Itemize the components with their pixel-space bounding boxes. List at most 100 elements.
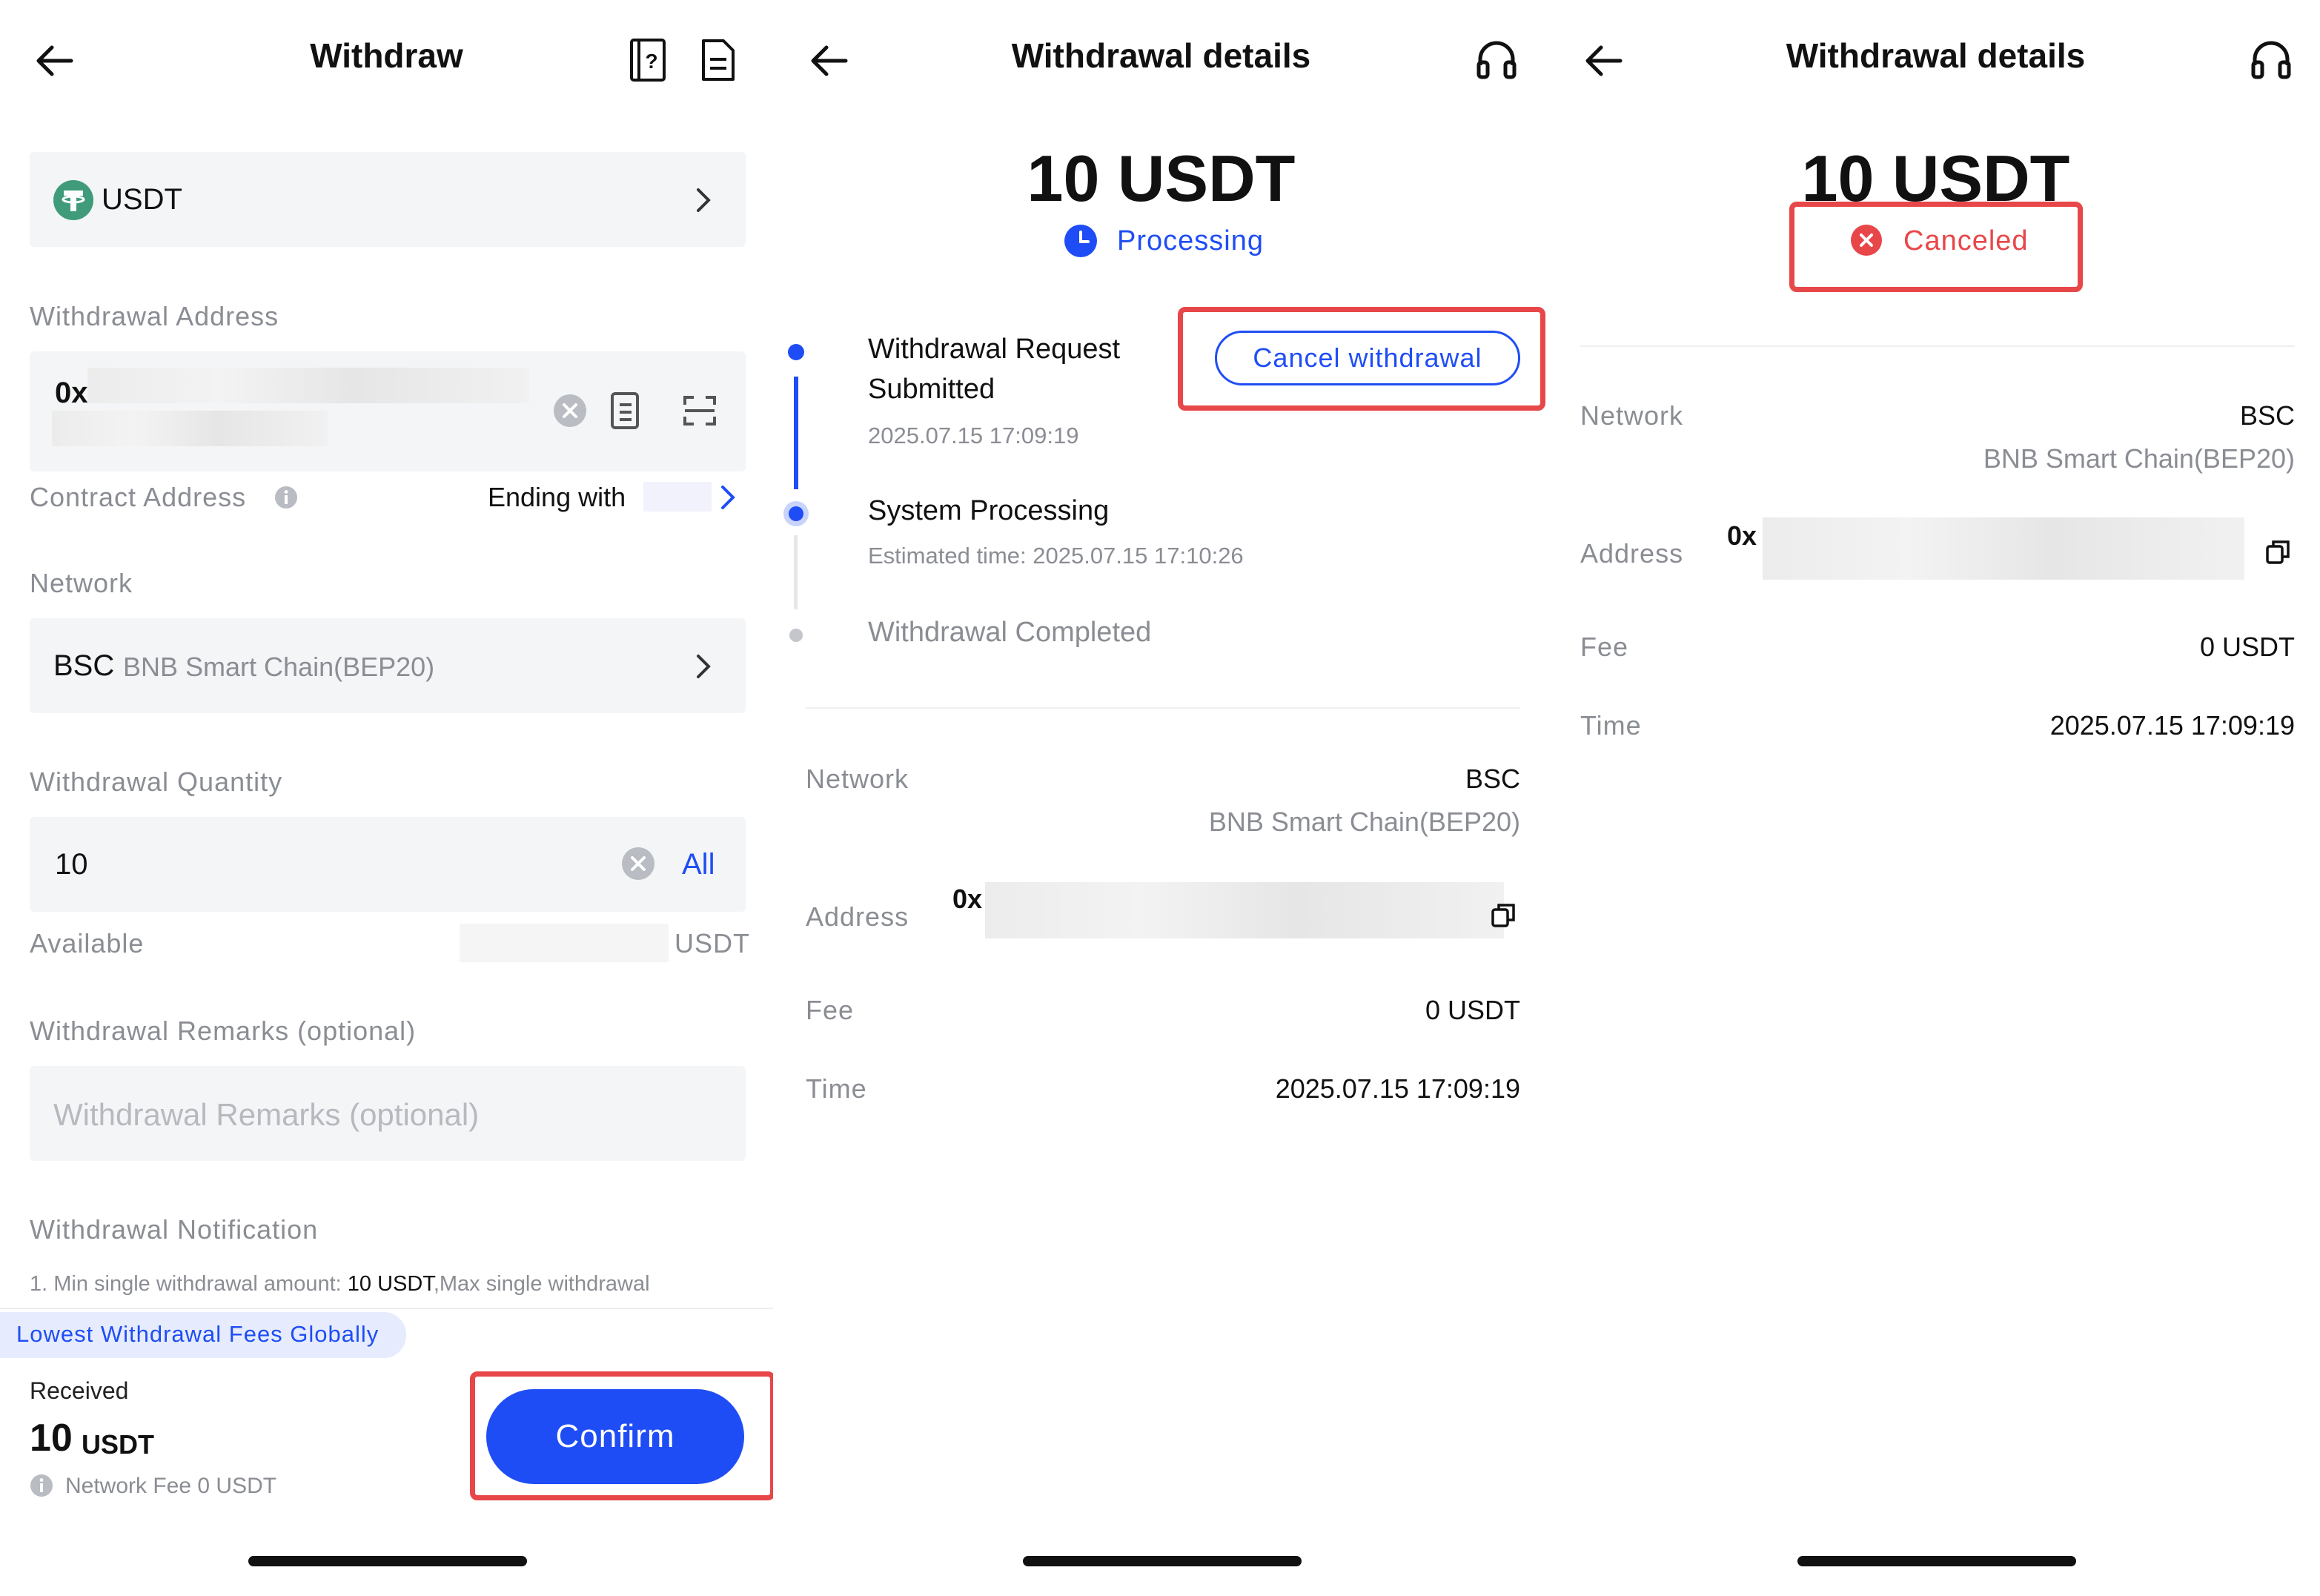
network-label: Network: [30, 568, 133, 598]
step2-title: System Processing: [868, 495, 1110, 526]
notification-min-amount: 10 USDT: [347, 1272, 434, 1296]
remarks-label: Withdrawal Remarks (optional): [30, 1016, 417, 1046]
network-code: BSC: [53, 649, 115, 682]
step1-title: Withdrawal Request: [868, 334, 1121, 365]
divider: [1580, 345, 2295, 347]
network-selector[interactable]: BSC BNB Smart Chain(BEP20): [30, 618, 746, 713]
remarks-placeholder: Withdrawal Remarks (optional): [53, 1097, 480, 1132]
chevron-right-icon: [697, 188, 711, 212]
address-prefix: 0x: [1727, 520, 1757, 551]
coin-label: USDT: [102, 183, 182, 216]
clock-icon: [1064, 225, 1097, 257]
coin-selector[interactable]: USDT: [30, 152, 746, 247]
home-indicator: [1023, 1556, 1302, 1566]
address-input[interactable]: 0x: [30, 351, 746, 471]
copy-icon[interactable]: [1491, 901, 1517, 928]
network-name: BNB Smart Chain(BEP20): [1983, 443, 2295, 474]
withdrawal-address-label: Withdrawal Address: [30, 301, 279, 331]
address-redacted: [1763, 517, 2244, 580]
amount: 10 USDT: [1027, 142, 1296, 215]
info-icon[interactable]: [274, 486, 298, 509]
tether-icon: [53, 180, 93, 220]
fee-label: Fee: [806, 995, 855, 1025]
time-label: Time: [806, 1073, 867, 1104]
step-dot: [788, 344, 804, 360]
withdrawal-details-canceled: Withdrawal details 10 USDT Canceled Netw…: [1549, 0, 2320, 1596]
step2-time: Estimated time: 2025.07.15 17:10:26: [868, 543, 1244, 569]
record-icon[interactable]: [700, 37, 737, 83]
network-label: Network: [1580, 400, 1684, 431]
fee-value: 0 USDT: [1425, 995, 1520, 1025]
notification-label: Withdrawal Notification: [30, 1214, 319, 1245]
available-unit: USDT: [675, 928, 750, 958]
chevron-right-icon[interactable]: [719, 483, 737, 511]
network-label: Network: [806, 764, 909, 794]
page-title: Withdrawal details: [1011, 36, 1311, 75]
received-label: Received: [30, 1377, 129, 1404]
home-indicator: [1797, 1556, 2076, 1566]
clear-icon[interactable]: [621, 847, 655, 881]
confirm-highlight: [470, 1371, 773, 1500]
address-prefix: 0x: [952, 884, 983, 914]
step-dot-pending: [789, 629, 803, 642]
quantity-label: Withdrawal Quantity: [30, 766, 283, 797]
time-value: 2025.07.15 17:09:19: [2049, 710, 2295, 741]
received-unit: USDT: [82, 1429, 154, 1460]
status-highlight: [1789, 202, 2083, 292]
info-icon: [30, 1474, 53, 1497]
network-fee: Network Fee 0 USDT: [65, 1474, 277, 1498]
address-redacted-2: [52, 411, 328, 446]
step1-title-line2: Submitted: [868, 374, 995, 405]
svg-text:?: ?: [645, 50, 657, 73]
network-code: BSC: [2239, 400, 2295, 431]
help-doc-icon[interactable]: ?: [629, 37, 667, 83]
promo-text: Lowest Withdrawal Fees Globally: [16, 1321, 380, 1347]
quantity-input[interactable]: 10 All: [30, 817, 746, 912]
address-label: Address: [1580, 538, 1684, 569]
contract-ending-text: Ending with: [488, 482, 626, 512]
copy-icon[interactable]: [2265, 538, 2292, 565]
time-label: Time: [1580, 710, 1642, 741]
status-badge: Processing: [1117, 225, 1264, 256]
address-redacted: [87, 368, 529, 403]
quantity-value: 10: [55, 848, 88, 881]
divider: [0, 1308, 773, 1309]
notification-text: 1. Min single withdrawal amount: 10 USDT…: [30, 1272, 650, 1297]
cancel-highlight: [1178, 307, 1545, 411]
notification-text-post: ,Max single withdrawal: [433, 1272, 650, 1296]
address-prefix: 0x: [55, 377, 88, 409]
home-indicator: [248, 1556, 527, 1566]
time-value: 2025.07.15 17:09:19: [1275, 1073, 1520, 1104]
network-code: BSC: [1465, 764, 1520, 794]
address-book-icon[interactable]: [609, 391, 640, 430]
step1-time: 2025.07.15 17:09:19: [868, 423, 1079, 448]
timeline-line-pending: [794, 535, 798, 609]
clear-icon[interactable]: [553, 394, 587, 428]
promo-badge: Lowest Withdrawal Fees Globally: [0, 1312, 406, 1358]
all-button[interactable]: All: [682, 848, 715, 881]
headset-icon[interactable]: [1474, 37, 1519, 82]
received-amount: 10: [30, 1417, 73, 1460]
fee-label: Fee: [1580, 632, 1629, 662]
remarks-input[interactable]: Withdrawal Remarks (optional): [30, 1066, 746, 1161]
address-label: Address: [806, 901, 909, 932]
contract-address-label: Contract Address: [30, 482, 247, 512]
divider: [806, 707, 1520, 709]
page-title: Withdrawal details: [1786, 36, 2086, 75]
withdrawal-details-processing: Withdrawal details 10 USDT Processing Wi…: [775, 0, 1548, 1596]
withdraw-screen: Withdraw ? USDT Withdrawal Address 0x Co…: [0, 0, 773, 1596]
fee-value: 0 USDT: [2199, 632, 2295, 662]
address-redacted: [985, 882, 1504, 938]
timeline-line: [794, 377, 798, 489]
step3-title: Withdrawal Completed: [868, 617, 1152, 648]
headset-icon[interactable]: [2249, 37, 2293, 82]
available-label: Available: [30, 928, 145, 958]
available-redacted: [460, 924, 669, 962]
chevron-right-icon: [697, 655, 711, 678]
network-name: BNB Smart Chain(BEP20): [123, 652, 435, 682]
scan-icon[interactable]: [682, 393, 717, 428]
contract-redacted: [643, 482, 712, 511]
network-name: BNB Smart Chain(BEP20): [1208, 807, 1520, 837]
step-dot-active: [783, 501, 809, 526]
notification-text-pre: 1. Min single withdrawal amount:: [30, 1272, 348, 1296]
